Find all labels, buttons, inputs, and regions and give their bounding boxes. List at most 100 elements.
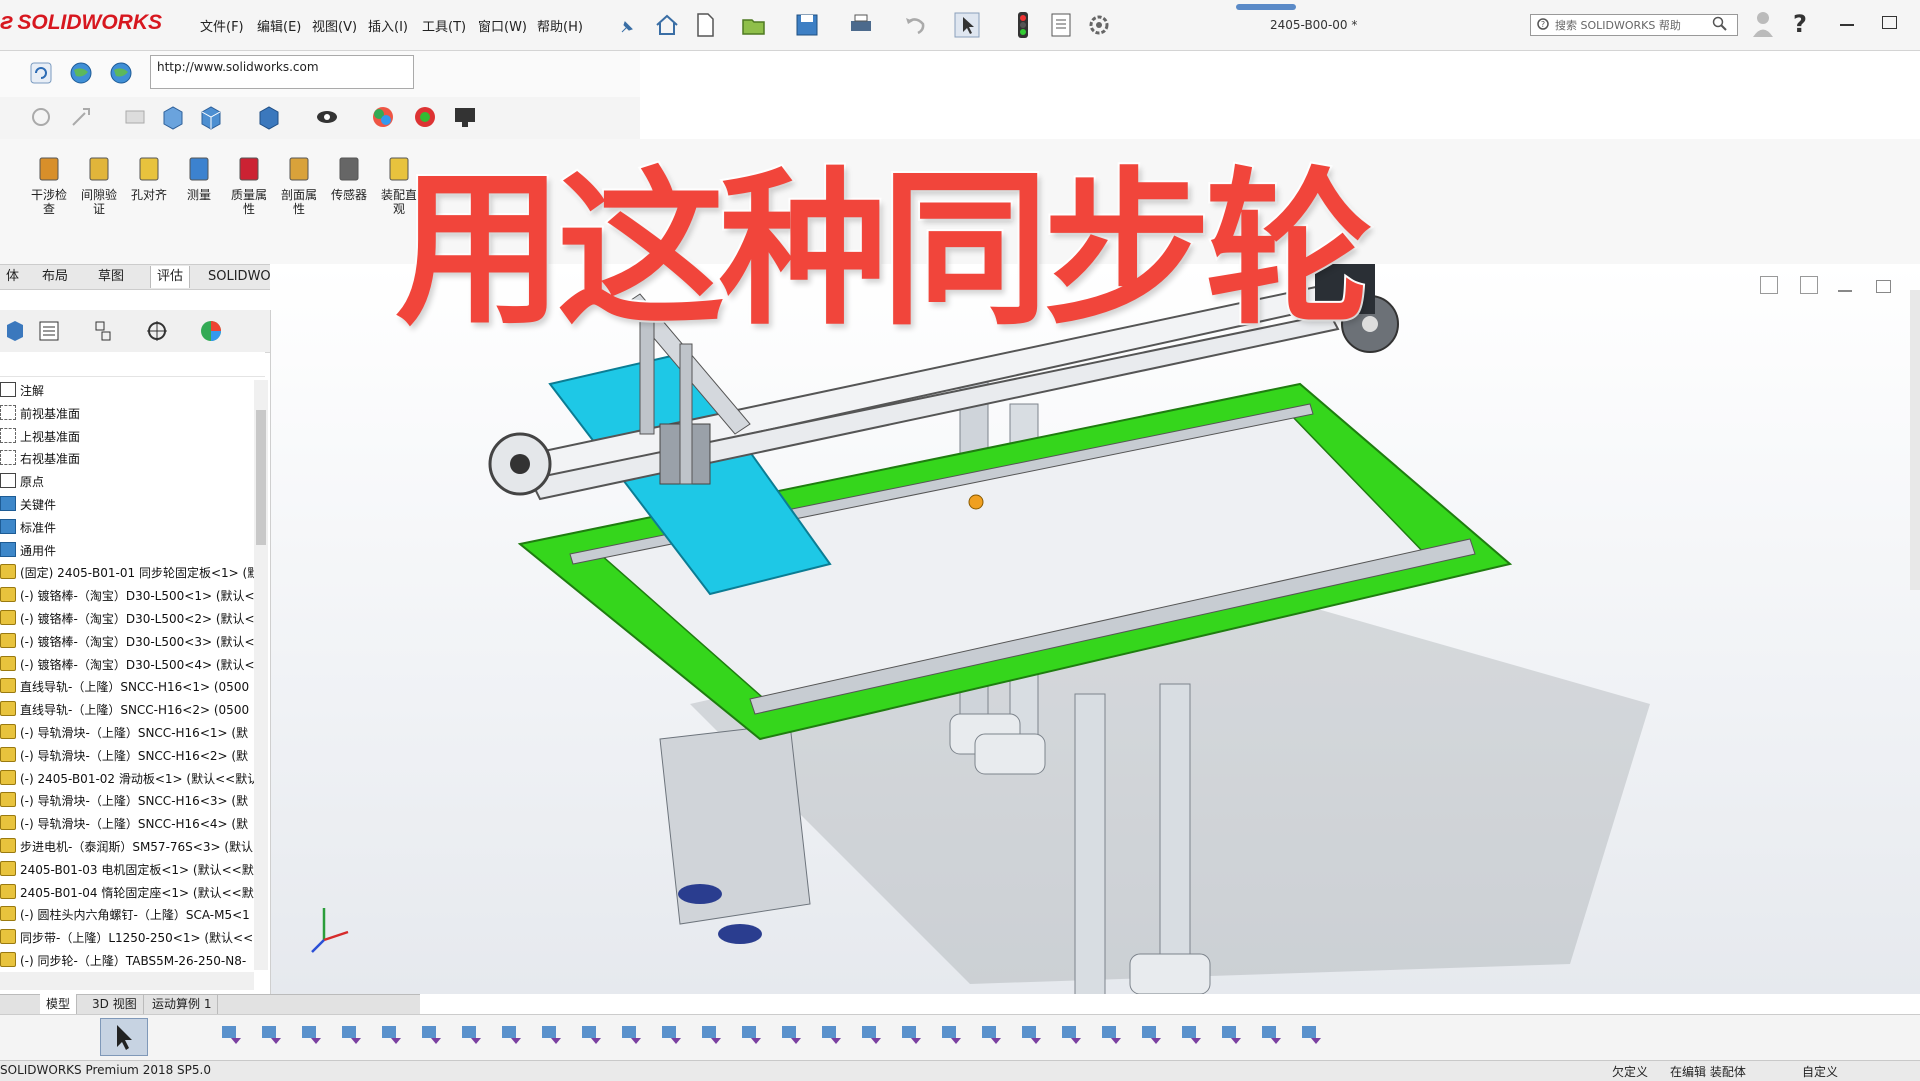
- dimxpert-manager-tab-icon[interactable]: [142, 316, 172, 346]
- viewport-prev-icon[interactable]: [1760, 276, 1778, 294]
- menu-item-2[interactable]: 视图(V): [312, 16, 357, 35]
- tree-item[interactable]: 标准件: [0, 517, 254, 539]
- url-field[interactable]: http://www.solidworks.com: [150, 55, 414, 89]
- configuration-manager-tab-icon[interactable]: [88, 316, 118, 346]
- tree-item[interactable]: 关键件: [0, 494, 254, 516]
- view-orientation-cube-icon[interactable]: [196, 102, 226, 132]
- viewport-restore-icon[interactable]: [1876, 280, 1891, 293]
- tree-item[interactable]: 同步带-（上隆）L1250-250<1> (默认<<: [0, 927, 254, 949]
- cmd-tab-1[interactable]: 布局: [36, 266, 74, 288]
- tree-item[interactable]: 上视基准面: [0, 426, 254, 448]
- feature-manager-tab-icon[interactable]: [0, 316, 30, 346]
- tree-horizontal-scrollbar[interactable]: [0, 972, 254, 990]
- minimize-icon[interactable]: [1840, 24, 1854, 26]
- assembly-model[interactable]: [270, 254, 1920, 1045]
- tree-item[interactable]: 2405-B01-04 惰轮固定座<1> (默认<<默: [0, 882, 254, 904]
- tree-item[interactable]: (-) 导轨滑块-（上隆）SNCC-H16<2> (默: [0, 745, 254, 767]
- tree-item[interactable]: (-) 导轨滑块-（上隆）SNCC-H16<1> (默: [0, 722, 254, 744]
- hide-show-items-icon[interactable]: [312, 102, 342, 132]
- filter-connection-points-icon[interactable]: [1055, 1020, 1085, 1050]
- view-orientation-icon[interactable]: [26, 102, 56, 132]
- filter-vertices-icon[interactable]: [215, 1020, 245, 1050]
- tree-scroll-thumb[interactable]: [256, 410, 266, 545]
- solidworks-logo[interactable]: ƨ SOLIDWORKS: [0, 8, 170, 42]
- bottom-tab-0[interactable]: 模型: [40, 994, 78, 1014]
- filter-datum-targets-icon[interactable]: [895, 1020, 925, 1050]
- filter-center-of-mass-icon[interactable]: [1175, 1020, 1205, 1050]
- cmd-tab-3[interactable]: 评估: [150, 266, 191, 288]
- filter-planes-icon[interactable]: [455, 1020, 485, 1050]
- cmd-hole-align-button[interactable]: 孔对齐: [128, 152, 170, 202]
- tree-item[interactable]: (-) 圆柱头内六角螺钉-（上隆）SCA-M5<1: [0, 904, 254, 926]
- filter-blocks-icon[interactable]: [975, 1020, 1005, 1050]
- help-search-input[interactable]: 搜索 SOLIDWORKS 帮助: [1530, 14, 1738, 36]
- help-icon[interactable]: ?: [1793, 10, 1807, 38]
- filter-solid-bodies-icon[interactable]: [375, 1020, 405, 1050]
- menu-item-1[interactable]: 编辑(E): [257, 16, 301, 35]
- home-icon[interactable]: [652, 10, 682, 40]
- viewport-minimize-icon[interactable]: [1838, 290, 1852, 292]
- tree-item[interactable]: 右视基准面: [0, 448, 254, 470]
- display-manager-tab-icon[interactable]: [196, 316, 226, 346]
- menu-item-6[interactable]: 帮助(H): [537, 16, 583, 35]
- cmd-mass-properties-button[interactable]: 质量属性: [228, 152, 270, 216]
- tree-item[interactable]: (-) 导轨滑块-（上隆）SNCC-H16<4> (默: [0, 813, 254, 835]
- property-manager-tab-icon[interactable]: [34, 316, 64, 346]
- cmd-sensor-button[interactable]: 传感器: [328, 152, 370, 202]
- filter-surface-finish-icon[interactable]: [735, 1020, 765, 1050]
- tree-item[interactable]: (-) 镀铬棒-（淘宝）D30-L500<2> (默认<: [0, 608, 254, 630]
- bottom-tab-2[interactable]: 运动算例 1: [146, 994, 219, 1014]
- tree-item[interactable]: 通用件: [0, 540, 254, 562]
- filter-centerline-icon[interactable]: [655, 1020, 685, 1050]
- filter-midpoints-icon[interactable]: [575, 1020, 605, 1050]
- save-icon[interactable]: [792, 10, 822, 40]
- cmd-clearance-button[interactable]: 间隙验证: [78, 152, 120, 216]
- cmd-section-properties-button[interactable]: 剖面属性: [278, 152, 320, 216]
- tree-item[interactable]: (-) 2405-B01-02 滑动板<1> (默认<<默认: [0, 768, 254, 790]
- tree-item[interactable]: 2405-B01-03 电机固定板<1> (默认<<默: [0, 859, 254, 881]
- menu-item-0[interactable]: 文件(F): [200, 16, 244, 35]
- user-account-icon[interactable]: [1752, 10, 1774, 41]
- filter-edges-icon[interactable]: [255, 1020, 285, 1050]
- menu-item-3[interactable]: 插入(I): [368, 16, 408, 35]
- file-properties-icon[interactable]: [1046, 10, 1076, 40]
- filter-mid-points-icon[interactable]: [1135, 1020, 1165, 1050]
- tree-item[interactable]: 注解: [0, 380, 254, 402]
- tree-item[interactable]: 步进电机-（泰润斯）SM57-76S<3> (默认: [0, 836, 254, 858]
- bottom-tab-1[interactable]: 3D 视图: [86, 994, 144, 1014]
- filter-axes-icon[interactable]: [415, 1020, 445, 1050]
- select-tool-icon[interactable]: [100, 1018, 148, 1056]
- tree-item[interactable]: 直线导轨-（上隆）SNCC-H16<1> (0500: [0, 676, 254, 698]
- filter-sketch-segments-icon[interactable]: [535, 1020, 565, 1050]
- cmd-tab-0[interactable]: 体: [0, 266, 25, 288]
- viewport-next-icon[interactable]: [1800, 276, 1818, 294]
- filter-sketch-points-icon[interactable]: [495, 1020, 525, 1050]
- tree-item[interactable]: (固定) 2405-B01-01 同步轮固定板<1> (默: [0, 562, 254, 584]
- tree-item[interactable]: 直线导轨-（上隆）SNCC-H16<2> (0500: [0, 699, 254, 721]
- task-pane-strip[interactable]: [1910, 290, 1920, 590]
- tree-filter-input[interactable]: [0, 352, 265, 377]
- filter-geometric-tolerance-icon[interactable]: [775, 1020, 805, 1050]
- cmd-measure-button[interactable]: 测量: [178, 152, 220, 202]
- filter-dimensions-icon[interactable]: [695, 1020, 725, 1050]
- filter-cosmetic-threads-icon[interactable]: [935, 1020, 965, 1050]
- edit-appearance-icon[interactable]: [368, 102, 398, 132]
- filter-weld-symbols-icon[interactable]: [855, 1020, 885, 1050]
- new-document-icon[interactable]: [690, 10, 720, 40]
- filter-center-marks-icon[interactable]: [615, 1020, 645, 1050]
- tree-item[interactable]: (-) 镀铬棒-（淘宝）D30-L500<4> (默认<: [0, 654, 254, 676]
- graphics-area[interactable]: [270, 254, 1920, 1045]
- cmd-interference-button[interactable]: 干涉检查: [28, 152, 70, 216]
- filter-notes-icon[interactable]: [815, 1020, 845, 1050]
- display-style-icon[interactable]: [254, 102, 284, 132]
- filter-mate-reference-icon[interactable]: [1295, 1020, 1325, 1050]
- undo-icon[interactable]: [900, 10, 930, 40]
- filter-surface-bodies-icon[interactable]: [335, 1020, 365, 1050]
- rebuild-traffic-light-icon[interactable]: [1008, 10, 1038, 40]
- status-units[interactable]: 自定义: [1802, 1063, 1838, 1080]
- options-gear-icon[interactable]: [1084, 10, 1114, 40]
- globe-link-icon[interactable]: [106, 58, 136, 88]
- filter-dowel-pins-icon[interactable]: [1015, 1020, 1045, 1050]
- tree-item[interactable]: (-) 镀铬棒-（淘宝）D30-L500<1> (默认<: [0, 585, 254, 607]
- select-arrow-icon[interactable]: [952, 10, 982, 40]
